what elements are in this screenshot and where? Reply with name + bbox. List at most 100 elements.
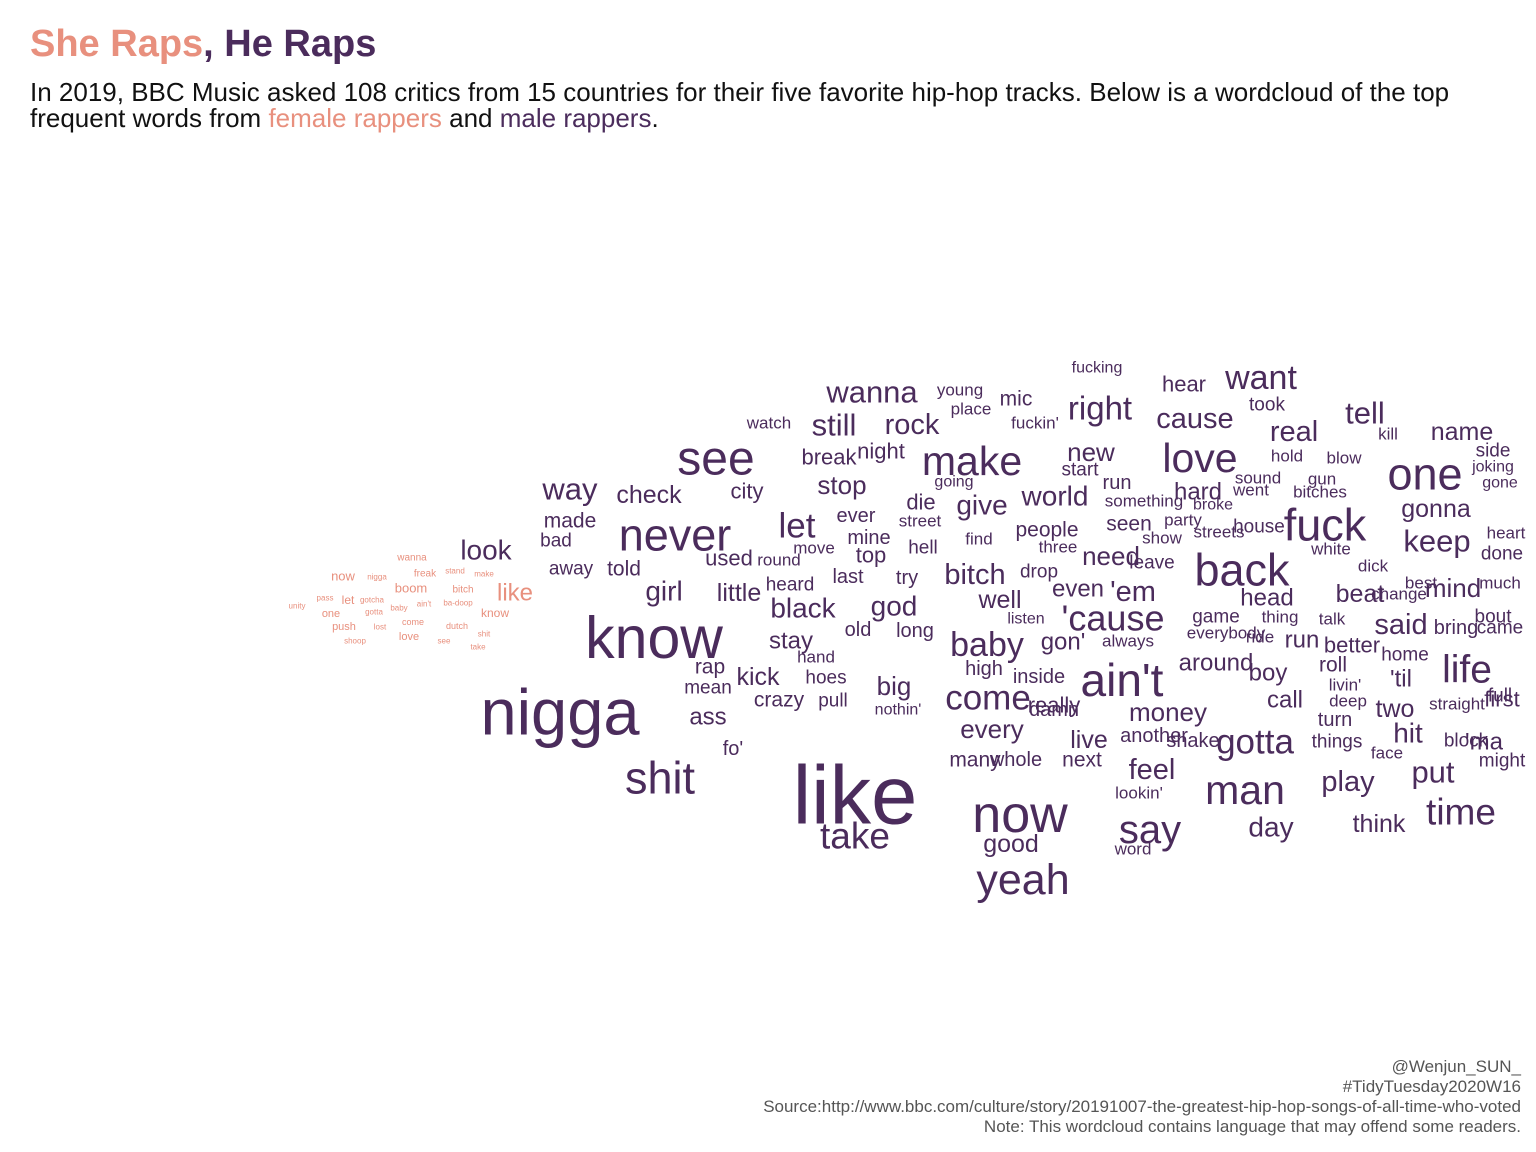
word-male-92: next: [1062, 749, 1102, 772]
word-female-22: shoop: [344, 637, 366, 646]
word-male-38: said: [1374, 609, 1427, 641]
word-male-165: lookin': [1115, 784, 1163, 803]
word-male-97: damn: [1029, 699, 1079, 721]
word-male-37: cause: [1156, 403, 1233, 435]
word-male-134: bad: [540, 531, 572, 552]
word-female-18: lost: [374, 623, 387, 632]
word-male-64: around: [1179, 650, 1254, 677]
word-male-173: street: [899, 512, 942, 531]
word-male-100: fo': [723, 738, 744, 760]
word-female-7: love: [399, 631, 419, 643]
word-female-9: bitch: [452, 585, 473, 596]
word-male-28: still: [812, 408, 857, 443]
word-male-158: blow: [1327, 449, 1363, 468]
word-male-150: gone: [1482, 475, 1518, 492]
word-male-17: take: [820, 816, 890, 857]
word-male-115: mine: [847, 527, 890, 549]
word-male-147: dick: [1358, 557, 1389, 576]
word-male-116: old: [845, 619, 872, 641]
word-female-1: now: [331, 569, 355, 584]
word-male-166: word: [1114, 840, 1152, 859]
word-male-167: face: [1371, 744, 1403, 763]
word-male-106: last: [832, 566, 864, 588]
word-male-175: bitches: [1293, 483, 1347, 502]
word-male-54: every: [960, 714, 1024, 744]
word-male-125: hoes: [805, 668, 846, 689]
word-female-20: shit: [478, 630, 491, 639]
word-male-73: even: [1052, 576, 1104, 603]
word-male-135: watch: [746, 414, 791, 433]
word-female-12: dutch: [446, 621, 468, 631]
word-male-70: run: [1285, 627, 1320, 654]
word-male-122: done: [1481, 544, 1523, 565]
word-male-29: keep: [1403, 524, 1470, 559]
word-male-14: man: [1205, 767, 1285, 813]
word-male-41: world: [1021, 481, 1089, 512]
word-male-102: roll: [1319, 654, 1347, 677]
word-male-72: call: [1267, 687, 1303, 714]
word-male-112: bout: [1475, 607, 1513, 628]
word-male-123: much: [1479, 574, 1521, 593]
word-male-146: hand: [797, 648, 835, 667]
word-male-32: play: [1321, 766, 1375, 798]
word-male-137: start: [1062, 460, 1100, 481]
word-male-149: joking: [1471, 459, 1514, 476]
word-male-23: want: [1224, 359, 1297, 397]
word-female-16: unity: [289, 602, 306, 611]
word-female-25: nigga: [367, 573, 387, 582]
word-male-50: day: [1248, 812, 1293, 843]
word-male-1: nigga: [480, 676, 640, 749]
word-female-26: gotcha: [360, 596, 385, 605]
word-male-177: going: [934, 474, 973, 491]
word-male-21: gotta: [1216, 723, 1294, 762]
word-male-119: heard: [766, 575, 815, 596]
word-female-0: like: [497, 580, 533, 607]
word-male-13: love: [1162, 435, 1237, 481]
word-male-114: another: [1120, 725, 1188, 747]
word-male-142: deep: [1329, 692, 1367, 711]
word-female-6: push: [332, 621, 356, 633]
word-male-103: turn: [1318, 709, 1352, 731]
word-male-61: good: [983, 830, 1039, 858]
word-male-85: break: [801, 445, 857, 470]
word-male-124: away: [549, 559, 594, 580]
word-male-34: real: [1270, 416, 1318, 448]
word-male-105: ever: [837, 505, 876, 527]
word-male-9: one: [1387, 449, 1462, 500]
word-male-172: show: [1142, 529, 1182, 548]
word-male-126: pull: [818, 691, 848, 712]
word-male-18: time: [1426, 792, 1496, 833]
word-male-58: little: [717, 579, 761, 607]
word-male-43: god: [871, 591, 918, 622]
word-male-109: inside: [1013, 666, 1065, 688]
word-female-15: pass: [317, 594, 334, 603]
caption: @Wenjun_SUN_ #TidyTuesday2020W16 Source:…: [763, 1057, 1521, 1137]
word-male-93: mic: [1000, 388, 1033, 411]
word-male-42: give: [956, 490, 1007, 521]
word-male-11: yeah: [976, 856, 1069, 904]
male-rappers-words: likeniggaknownowseeain'tbacknevershitone…: [460, 359, 1526, 904]
word-male-80: night: [857, 439, 905, 464]
word-male-170: young: [937, 381, 983, 400]
word-male-89: rap: [695, 656, 725, 679]
word-male-8: shit: [625, 753, 696, 804]
word-male-130: leave: [1129, 553, 1174, 574]
word-male-145: round: [757, 551, 800, 570]
word-male-174: went: [1232, 481, 1269, 500]
word-male-35: 'em: [1110, 576, 1156, 608]
word-male-25: right: [1068, 390, 1132, 427]
word-male-140: straight: [1429, 695, 1485, 714]
word-female-2: boom: [395, 581, 428, 596]
word-female-3: let: [342, 593, 355, 607]
wordcloud: likenowboomletknowonepushlovefreakbitchw…: [289, 359, 1526, 904]
word-male-127: mean: [684, 678, 732, 699]
word-male-71: boy: [1249, 660, 1288, 687]
word-male-40: look: [460, 535, 512, 566]
word-male-176: broke: [1193, 497, 1233, 514]
word-female-14: ba-doop: [443, 599, 473, 608]
word-male-178: listen: [1007, 611, 1044, 628]
word-male-179: nothin': [875, 702, 922, 719]
word-male-154: thing: [1262, 608, 1299, 627]
word-female-24: take: [470, 643, 486, 652]
word-male-104: bring: [1434, 617, 1478, 639]
